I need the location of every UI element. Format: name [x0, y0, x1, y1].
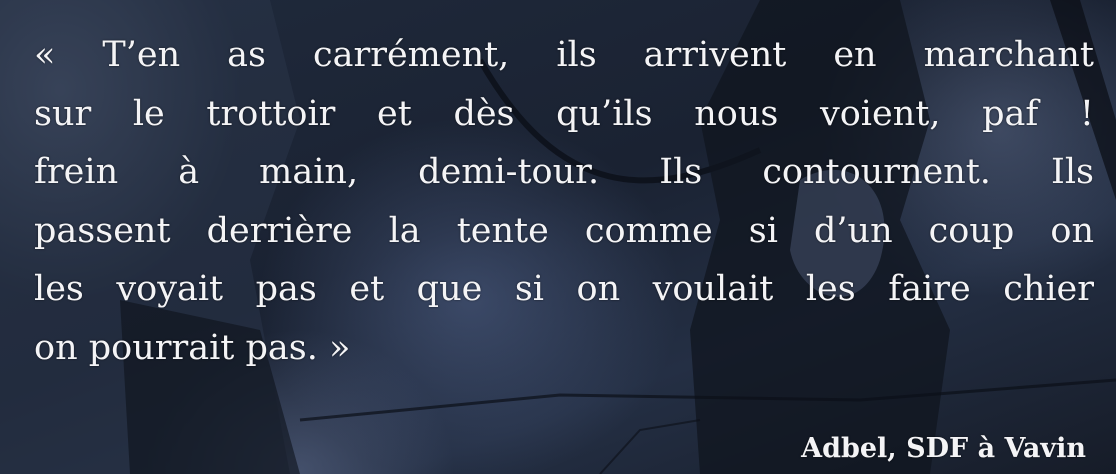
- background-crack-2: [599, 419, 701, 474]
- quote-card: « T’en as carrément, ils arrivent en mar…: [0, 0, 1116, 474]
- quote-line: passent derrière la tente comme si d’un …: [34, 210, 1094, 251]
- quote-line: les voyait pas et que si on voulait les …: [34, 269, 1094, 309]
- quote-line: frein à main, demi-tour. Ils contournent…: [34, 152, 1094, 192]
- quote-line: « T’en as carrément, ils arrivent en mar…: [34, 35, 1094, 75]
- quote-attribution: Adbel, SDF à Vavin: [801, 433, 1086, 464]
- quote-line: sur le trottoir et dès qu’ils nous voien…: [34, 93, 1094, 134]
- quote-line: on pourrait pas. »: [34, 327, 351, 368]
- quote-text: « T’en as carrément, ils arrivent en mar…: [34, 26, 1094, 377]
